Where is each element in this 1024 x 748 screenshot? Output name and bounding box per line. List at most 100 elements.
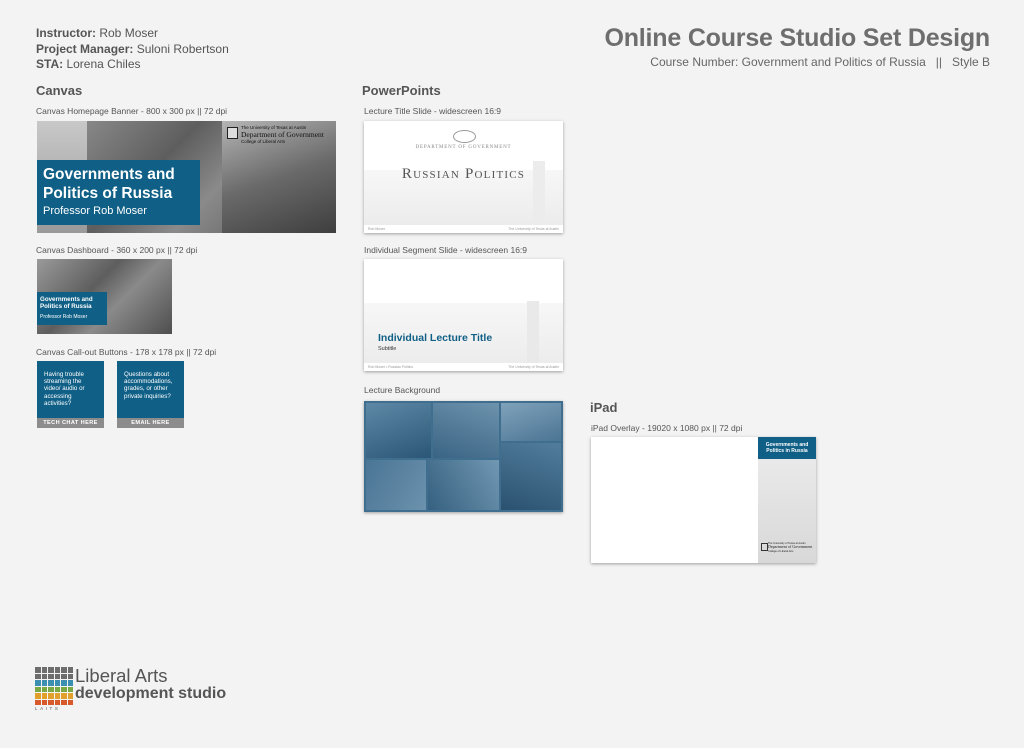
logo-tile bbox=[61, 673, 67, 679]
logo-tile bbox=[67, 667, 73, 673]
ipad-panel-title-line2: Politics in Russia bbox=[766, 448, 808, 454]
logo-tile bbox=[67, 699, 73, 705]
bg-photo-4 bbox=[501, 443, 561, 510]
laits-logo: LAITS Liberal Arts development studio bbox=[35, 665, 226, 711]
dashboard-caption: Canvas Dashboard - 360 x 200 px || 72 dp… bbox=[36, 245, 198, 255]
bg-photo-5 bbox=[366, 460, 426, 510]
bg-photo-1 bbox=[366, 403, 431, 458]
callout-email[interactable]: Questions about accommodations, grades, … bbox=[117, 361, 184, 428]
banner-title-line1: Governments and bbox=[43, 166, 175, 183]
dashboard-professor: Professor Rob Moser bbox=[40, 314, 88, 320]
logo-tile bbox=[48, 686, 54, 692]
project-manager-name: Suloni Robertson bbox=[136, 41, 229, 56]
logo-tile bbox=[61, 699, 67, 705]
ipad-heading: iPad bbox=[590, 400, 618, 415]
logo-tile bbox=[54, 686, 60, 692]
canvas-dashboard-card: Governments and Politics of Russia Profe… bbox=[37, 259, 172, 334]
dashboard-title-line1: Governments and bbox=[40, 296, 93, 303]
logo-tile bbox=[35, 680, 41, 686]
logo-tile bbox=[67, 673, 73, 679]
title-slide-footer-right: The University of Texas at Austin bbox=[508, 227, 559, 231]
segment-slide: Individual Lecture Title Subtitle Rob Mo… bbox=[364, 259, 563, 371]
callout-caption: Canvas Call-out Buttons - 178 x 178 px |… bbox=[36, 347, 217, 357]
logo-tile bbox=[35, 686, 41, 692]
bg-photo-2 bbox=[433, 403, 499, 458]
background-caption: Lecture Background bbox=[364, 385, 441, 395]
page-title: Online Course Studio Set Design bbox=[604, 24, 990, 52]
project-meta: Instructor: Rob Moser Project Manager: S… bbox=[36, 26, 229, 73]
logo-line1: Liberal Arts bbox=[75, 665, 168, 686]
lecture-background bbox=[364, 401, 563, 512]
segment-tower bbox=[527, 301, 539, 363]
banner-caption: Canvas Homepage Banner - 800 x 300 px ||… bbox=[36, 106, 228, 116]
logo-tile bbox=[48, 667, 54, 673]
bg-photo-3 bbox=[501, 403, 561, 441]
logo-tile bbox=[61, 693, 67, 699]
dashboard-title-box: Governments and Politics of Russia Profe… bbox=[37, 292, 107, 325]
canvas-homepage-banner: The University of Texas at Austin Depart… bbox=[37, 121, 336, 233]
email-button[interactable]: EMAIL HERE bbox=[117, 418, 184, 428]
banner-title-box: Governments and Politics of Russia Profe… bbox=[37, 160, 200, 225]
logo-tile bbox=[54, 680, 60, 686]
segment-slide-caption: Individual Segment Slide - widescreen 16… bbox=[364, 245, 528, 255]
ipad-panel-college: College of Liberal Arts bbox=[768, 549, 794, 553]
logo-tile bbox=[67, 693, 73, 699]
logo-tile bbox=[48, 699, 54, 705]
segment-subtitle: Subtitle bbox=[378, 346, 397, 352]
bg-photo-6 bbox=[428, 460, 499, 510]
banner-professor: Professor Rob Moser bbox=[43, 205, 147, 217]
project-manager-label: Project Manager: bbox=[36, 41, 134, 56]
tech-chat-button[interactable]: TECH CHAT HERE bbox=[37, 418, 104, 428]
logo-tile bbox=[41, 673, 47, 679]
title-slide-dept: DEPARTMENT OF GOVERNMENT bbox=[415, 145, 512, 150]
callout-email-text: Questions about accommodations, grades, … bbox=[124, 371, 173, 400]
lecture-title-slide: DEPARTMENT OF GOVERNMENT Russian Politic… bbox=[364, 121, 563, 233]
logo-tile bbox=[48, 680, 54, 686]
ut-seal-icon bbox=[227, 127, 238, 139]
logo-tile bbox=[67, 680, 73, 686]
title-slide-title: Russian Politics bbox=[401, 166, 526, 182]
logo-tile bbox=[35, 693, 41, 699]
logo-tile bbox=[41, 680, 47, 686]
segment-footer-right: The University of Texas at Austin bbox=[508, 365, 559, 369]
logo-tile bbox=[48, 693, 54, 699]
logo-tile bbox=[41, 667, 47, 673]
ipad-side-panel: Governments and Politics in Russia The U… bbox=[758, 437, 816, 563]
ipad-panel-title-box: Governments and Politics in Russia bbox=[758, 437, 816, 459]
logo-line2: development studio bbox=[75, 685, 227, 702]
logo-tile bbox=[35, 673, 41, 679]
sta-label: STA: bbox=[36, 57, 64, 71]
ipad-caption: iPad Overlay - 19020 x 1080 px || 72 dpi bbox=[591, 423, 743, 433]
ipad-overlay: Governments and Politics in Russia The U… bbox=[591, 437, 816, 563]
canvas-heading: Canvas bbox=[36, 83, 83, 98]
callout-tech-chat[interactable]: Having trouble streaming the video/ audi… bbox=[37, 361, 104, 428]
title-slide-caption: Lecture Title Slide - widescreen 16:9 bbox=[364, 106, 502, 116]
logo-tile bbox=[54, 667, 60, 673]
logo-tile bbox=[35, 667, 41, 673]
page-subtitle: Course Number: Government and Politics o… bbox=[650, 55, 990, 69]
instructor-label: Instructor: bbox=[36, 26, 96, 40]
logo-tile bbox=[61, 680, 67, 686]
banner-department: Department of Government bbox=[241, 130, 324, 139]
logo-tile bbox=[61, 667, 67, 673]
logo-tile bbox=[35, 699, 41, 705]
ipad-ut-seal-icon bbox=[761, 543, 768, 551]
powerpoints-heading: PowerPoints bbox=[362, 83, 441, 98]
sta-name: Lorena Chiles bbox=[66, 57, 141, 71]
instructor-name: Rob Moser bbox=[99, 26, 159, 40]
logo-tile bbox=[54, 693, 60, 699]
logo-tile bbox=[54, 699, 60, 705]
logo-mosaic-icon bbox=[35, 667, 73, 705]
callout-tech-text: Having trouble streaming the video/ audi… bbox=[44, 371, 85, 407]
logo-tile bbox=[41, 699, 47, 705]
logo-small-text: LAITS bbox=[35, 706, 61, 711]
logo-tile bbox=[61, 686, 67, 692]
logo-tile bbox=[41, 686, 47, 692]
title-slide-footer-left: Rob Moser bbox=[368, 227, 386, 231]
banner-college: College of Liberal Arts bbox=[241, 139, 286, 144]
gov-logo-icon bbox=[453, 130, 476, 143]
banner-title-line2: Politics of Russia bbox=[43, 185, 173, 202]
logo-tile bbox=[41, 693, 47, 699]
dashboard-title-line2: Politics of Russia bbox=[40, 303, 92, 311]
logo-tile bbox=[67, 686, 73, 692]
